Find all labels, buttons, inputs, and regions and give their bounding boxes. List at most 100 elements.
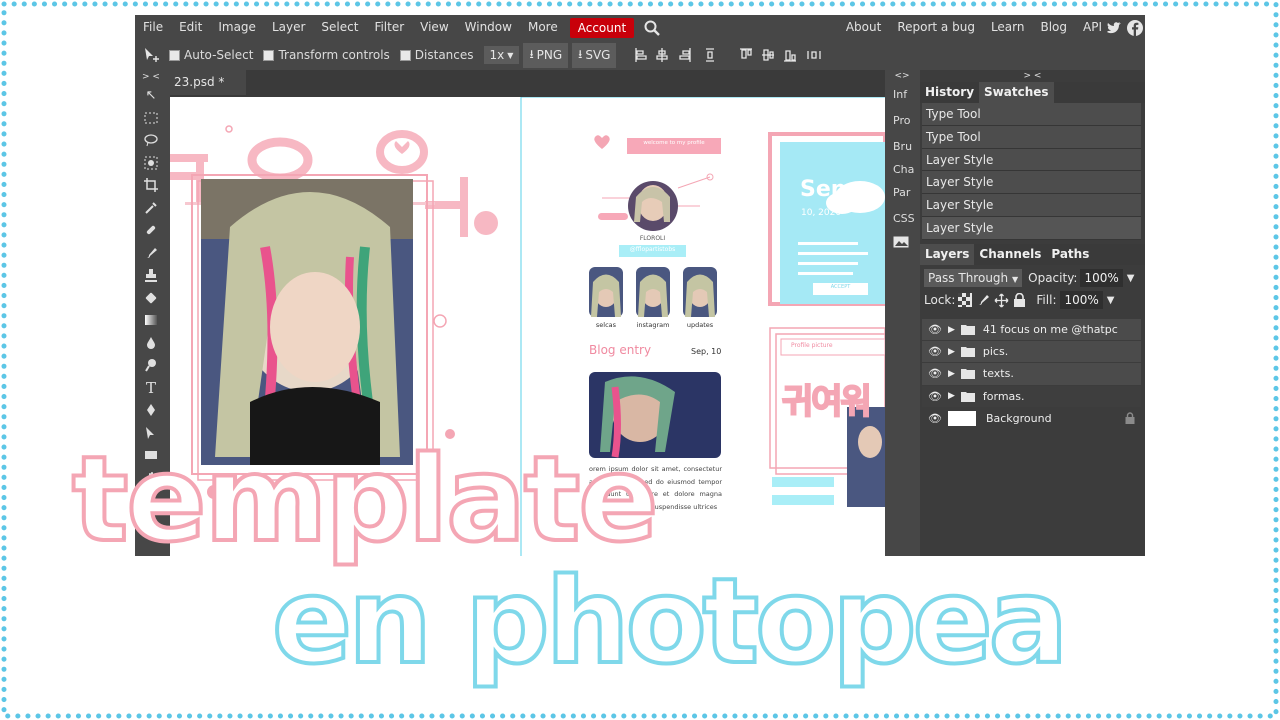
card-accept-button: ACCEPT <box>830 284 851 290</box>
layer-row-background[interactable]: 👁 Background <box>922 407 1141 430</box>
search-icon[interactable] <box>644 20 661 36</box>
type-tool-icon[interactable]: T <box>135 377 167 400</box>
menu-layer[interactable]: Layer <box>264 15 313 40</box>
lock-all-icon[interactable] <box>1013 292 1026 308</box>
lasso-tool-icon[interactable] <box>135 129 167 152</box>
auto-select-checkbox[interactable]: Auto-Select <box>169 48 253 62</box>
menu-filter[interactable]: Filter <box>366 15 412 40</box>
collapse-toggle[interactable]: <> <box>885 70 919 82</box>
tab-info[interactable]: Inf <box>885 82 919 108</box>
collapse-toggle[interactable]: > < <box>920 70 1145 82</box>
fill-input[interactable]: 100% <box>1060 291 1103 309</box>
history-item[interactable]: Type Tool <box>922 125 1141 149</box>
chevron-down-icon[interactable]: ▼ <box>1107 295 1115 306</box>
pen-tool-icon[interactable] <box>135 399 167 422</box>
history-item[interactable]: Type Tool <box>922 103 1141 126</box>
layer-row[interactable]: 👁 ▶ texts. <box>922 363 1141 386</box>
link-api[interactable]: API <box>1075 15 1106 40</box>
export-png-button[interactable]: ⭳ PNG <box>523 42 569 68</box>
menu-edit[interactable]: Edit <box>171 15 210 40</box>
zoom-value: 1x <box>489 48 505 62</box>
portrait-photo <box>201 179 413 465</box>
eraser-tool-icon[interactable] <box>135 287 167 310</box>
move-tool-icon[interactable] <box>143 47 161 63</box>
layers-tabs: Layers Channels Paths <box>920 244 1145 265</box>
brush-tool-icon[interactable] <box>135 242 167 265</box>
collapse-toggle[interactable]: > < <box>135 70 167 84</box>
stamp-tool-icon[interactable] <box>135 264 167 287</box>
tab-swatches[interactable]: Swatches <box>979 82 1054 103</box>
layer-row[interactable]: 👁 ▶ formas. <box>922 385 1141 408</box>
document-tabs: 23.psd * ✕ <box>170 70 885 113</box>
quick-select-icon[interactable] <box>135 152 167 175</box>
chevron-down-icon[interactable]: ▼ <box>1127 273 1135 284</box>
history-tabs: History Swatches <box>920 82 1145 103</box>
gradient-tool-icon[interactable] <box>135 309 167 332</box>
layer-row[interactable]: 👁 ▶ pics. <box>922 341 1141 364</box>
history-item[interactable]: Layer Style <box>922 171 1141 195</box>
download-icon: ⭳ <box>578 46 583 61</box>
tab-paragraph[interactable]: Par <box>885 180 919 206</box>
tab-properties[interactable]: Pro <box>885 108 919 134</box>
eye-icon[interactable]: 👁 <box>928 323 942 336</box>
menu-file[interactable]: File <box>135 15 171 40</box>
zoom-select[interactable]: 1x ▼ <box>483 46 520 64</box>
link-report-bug[interactable]: Report a bug <box>889 15 983 40</box>
lock-paint-icon[interactable] <box>976 293 990 307</box>
expand-arrow-icon[interactable]: ▶ <box>948 391 955 401</box>
eye-icon[interactable]: 👁 <box>928 390 942 403</box>
history-item[interactable]: Layer Style <box>922 216 1141 240</box>
image-icon[interactable] <box>885 232 919 258</box>
tab-character[interactable]: Cha <box>885 160 919 180</box>
welcome-button: welcome to my profile <box>643 140 705 146</box>
link-learn[interactable]: Learn <box>983 15 1033 40</box>
crop-tool-icon[interactable] <box>135 174 167 197</box>
move-tool-icon[interactable]: ↖ <box>135 84 167 107</box>
lock-move-icon[interactable] <box>994 293 1009 308</box>
tab-history[interactable]: History <box>920 82 979 103</box>
menu-more[interactable]: More <box>520 15 566 40</box>
transform-controls-checkbox[interactable]: Transform controls <box>263 48 390 62</box>
history-item[interactable]: Layer Style <box>922 148 1141 172</box>
expand-arrow-icon[interactable]: ▶ <box>948 325 955 335</box>
blur-tool-icon[interactable] <box>135 332 167 355</box>
lock-transparency-icon[interactable] <box>958 293 973 307</box>
link-about[interactable]: About <box>838 15 889 40</box>
layer-name: 41 focus on me @thatpc <box>982 323 1118 337</box>
align-left-icon[interactable] <box>634 47 724 63</box>
tab-css[interactable]: CSS <box>885 206 919 232</box>
tab-layers[interactable]: Layers <box>920 244 975 265</box>
menu-account[interactable]: Account <box>569 17 635 38</box>
distribute-icons[interactable] <box>738 47 833 63</box>
distances-checkbox[interactable]: Distances <box>399 48 474 62</box>
twitter-icon[interactable] <box>1106 21 1123 35</box>
export-svg-button[interactable]: ⭳ SVG <box>572 42 617 68</box>
opacity-input[interactable]: 100% <box>1080 269 1123 287</box>
menu-image[interactable]: Image <box>210 15 264 40</box>
blend-mode-select[interactable]: Pass Through ▼ <box>924 269 1023 287</box>
tab-paths[interactable]: Paths <box>1046 244 1094 265</box>
expand-arrow-icon[interactable]: ▶ <box>948 347 955 357</box>
menu-select[interactable]: Select <box>313 15 366 40</box>
eye-icon[interactable]: 👁 <box>928 367 942 380</box>
marquee-tool-icon[interactable] <box>135 107 167 130</box>
tab-channels[interactable]: Channels <box>974 244 1046 265</box>
history-item[interactable]: Layer Style <box>922 194 1141 217</box>
document-tab[interactable]: 23.psd * ✕ <box>170 70 246 113</box>
panel-side-tabs: <> Inf Pro Bru Cha Par CSS <box>885 70 919 556</box>
icon-label-updates: updates <box>686 321 714 329</box>
tab-brush[interactable]: Bru <box>885 134 919 160</box>
layer-row[interactable]: 👁 ▶ 41 focus on me @thatpc <box>922 319 1141 342</box>
eyedropper-icon[interactable] <box>135 197 167 220</box>
link-blog[interactable]: Blog <box>1032 15 1075 40</box>
menu-view[interactable]: View <box>412 15 456 40</box>
menu-window[interactable]: Window <box>457 15 520 40</box>
eye-icon[interactable]: 👁 <box>928 412 942 425</box>
healing-brush-icon[interactable] <box>135 219 167 242</box>
facebook-icon[interactable] <box>1127 19 1143 36</box>
folder-icon <box>960 324 975 336</box>
expand-arrow-icon[interactable]: ▶ <box>948 369 955 379</box>
profile-handle: @fflopartistobs <box>629 246 676 253</box>
dodge-tool-icon[interactable] <box>135 354 167 377</box>
eye-icon[interactable]: 👁 <box>928 345 942 358</box>
